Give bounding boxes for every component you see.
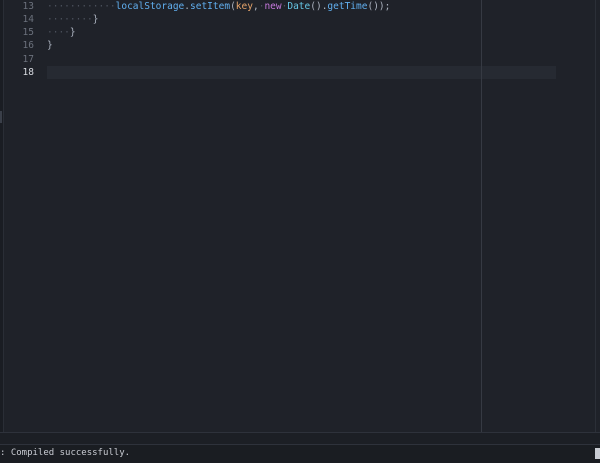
- line-number: 14: [22, 14, 34, 25]
- code-line[interactable]: ············localStorage.setItem(key,·ne…: [47, 0, 390, 13]
- indent-guide: ············: [47, 1, 116, 12]
- line-number: 15: [22, 27, 34, 38]
- line-number: 13: [22, 1, 34, 12]
- status-message: : Compiled successfully.: [0, 448, 131, 458]
- code-editor[interactable]: 13 14 15 16 17 18 ············localStora…: [0, 0, 600, 432]
- code-line[interactable]: ····}: [47, 26, 76, 39]
- current-line-highlight: [47, 66, 556, 79]
- code-token: ());: [367, 1, 391, 12]
- indent-guide: ····: [47, 27, 70, 38]
- column-ruler: [481, 0, 482, 432]
- code-token: new: [264, 1, 282, 12]
- code-token: localStorage: [115, 1, 185, 12]
- scroll-marker: [0, 111, 2, 123]
- code-line[interactable]: }: [47, 39, 53, 52]
- line-number: 17: [22, 54, 34, 65]
- code-token: getTime: [327, 1, 368, 12]
- code-line[interactable]: ········}: [47, 13, 99, 26]
- line-number: 16: [22, 40, 34, 51]
- code-token: }: [92, 14, 99, 25]
- code-token: }: [69, 27, 76, 38]
- code-token: Date: [287, 1, 311, 12]
- status-bar: : Compiled successfully.: [0, 444, 600, 463]
- line-number-active: 18: [22, 67, 34, 78]
- code-token: key: [235, 1, 253, 12]
- indent-guide: ········: [47, 14, 93, 25]
- minimap-edge: [595, 0, 596, 432]
- code-token: }: [47, 40, 53, 51]
- status-indicator-icon: [595, 448, 600, 459]
- code-token: (): [310, 1, 322, 12]
- code-token: setItem: [190, 1, 231, 12]
